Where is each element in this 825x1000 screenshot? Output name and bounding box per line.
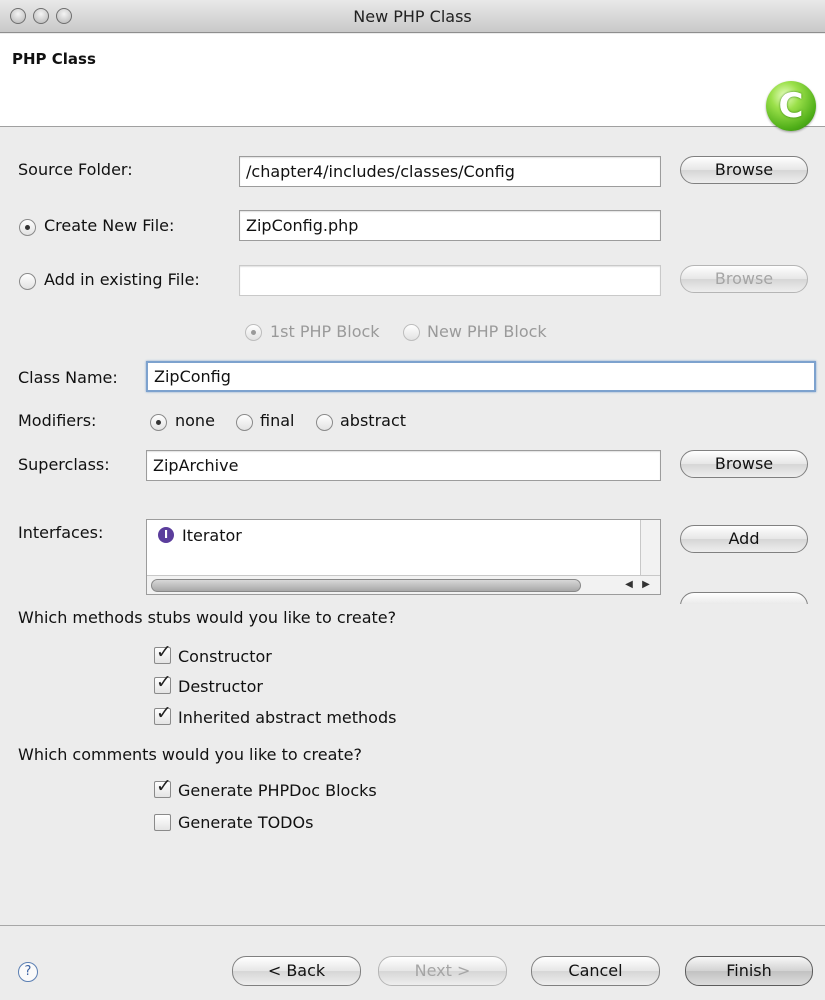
first-php-block-label: 1st PHP Block bbox=[270, 322, 380, 341]
destructor-label: Destructor bbox=[178, 677, 263, 696]
footer-divider bbox=[0, 925, 825, 926]
logo-letter: C bbox=[778, 86, 804, 126]
generate-phpdoc-label: Generate PHPDoc Blocks bbox=[178, 781, 377, 800]
modifiers-label: Modifiers: bbox=[18, 411, 97, 430]
page-title: PHP Class bbox=[12, 50, 96, 68]
next-button[interactable]: Next > bbox=[378, 956, 507, 986]
radio-selected-dot bbox=[251, 330, 256, 335]
back-button[interactable]: < Back bbox=[232, 956, 361, 986]
method-stubs-question: Which methods stubs would you like to cr… bbox=[18, 608, 397, 627]
modifier-none-label: none bbox=[175, 411, 215, 430]
modifier-none-radio[interactable] bbox=[150, 414, 167, 431]
interface-item[interactable]: Iterator bbox=[182, 526, 242, 545]
check-mark-icon: ✓ bbox=[156, 775, 172, 797]
source-folder-browse-button[interactable]: Browse bbox=[680, 156, 808, 184]
interfaces-vertical-scrollbar[interactable] bbox=[640, 520, 660, 576]
horizontal-scroll-thumb[interactable] bbox=[151, 579, 581, 592]
class-name-input[interactable]: ZipConfig bbox=[146, 361, 816, 392]
constructor-label: Constructor bbox=[178, 647, 272, 666]
class-name-label: Class Name: bbox=[18, 368, 118, 387]
superclass-label: Superclass: bbox=[18, 455, 110, 474]
constructor-checkbox[interactable]: ✓ bbox=[154, 641, 172, 664]
inherited-abstract-methods-checkbox[interactable]: ✓ bbox=[154, 702, 172, 725]
superclass-input[interactable]: ZipArchive bbox=[146, 450, 661, 481]
minimize-window-button[interactable] bbox=[33, 8, 49, 24]
interfaces-list[interactable]: I Iterator ◀ ▶ bbox=[146, 519, 661, 595]
interfaces-label: Interfaces: bbox=[18, 523, 104, 542]
radio-selected-dot bbox=[25, 225, 30, 230]
comments-question: Which comments would you like to create? bbox=[18, 745, 362, 764]
window-title: New PHP Class bbox=[353, 7, 472, 26]
create-new-file-label: Create New File: bbox=[44, 216, 175, 235]
add-existing-file-label: Add in existing File: bbox=[44, 270, 200, 289]
remove-interface-button-clipped[interactable] bbox=[680, 592, 808, 604]
modifier-abstract-label: abstract bbox=[340, 411, 407, 430]
scroll-left-arrow-icon[interactable]: ◀ bbox=[621, 578, 637, 592]
first-php-block-radio[interactable] bbox=[245, 324, 262, 341]
new-php-block-label: New PHP Block bbox=[427, 322, 547, 341]
cancel-button[interactable]: Cancel bbox=[531, 956, 660, 986]
existing-file-input[interactable] bbox=[239, 265, 661, 296]
new-php-class-dialog: New PHP Class PHP Class C Source Folder:… bbox=[0, 0, 825, 1000]
inherited-abstract-methods-label: Inherited abstract methods bbox=[178, 708, 397, 727]
superclass-browse-button[interactable]: Browse bbox=[680, 450, 808, 478]
php-class-logo-icon: C bbox=[766, 81, 816, 131]
close-window-button[interactable] bbox=[10, 8, 26, 24]
scroll-right-arrow-icon[interactable]: ▶ bbox=[638, 578, 654, 592]
interface-icon: I bbox=[158, 527, 174, 543]
new-file-name-input[interactable]: ZipConfig.php bbox=[239, 210, 661, 241]
add-interface-button[interactable]: Add bbox=[680, 525, 808, 553]
generate-todos-checkbox[interactable] bbox=[154, 814, 171, 831]
source-folder-label: Source Folder: bbox=[18, 160, 133, 179]
interfaces-horizontal-scrollbar[interactable]: ◀ ▶ bbox=[147, 575, 660, 594]
generate-phpdoc-checkbox[interactable]: ✓ bbox=[154, 775, 172, 798]
title-bar: New PHP Class bbox=[0, 0, 825, 33]
destructor-checkbox[interactable]: ✓ bbox=[154, 671, 172, 694]
add-existing-file-radio[interactable] bbox=[19, 273, 36, 290]
zoom-window-button[interactable] bbox=[56, 8, 72, 24]
modifier-final-label: final bbox=[260, 411, 295, 430]
modifier-final-radio[interactable] bbox=[236, 414, 253, 431]
help-icon[interactable]: ? bbox=[18, 962, 38, 982]
check-mark-icon: ✓ bbox=[156, 671, 172, 693]
check-mark-icon: ✓ bbox=[156, 702, 172, 724]
wizard-header: PHP Class C bbox=[0, 34, 825, 131]
existing-file-browse-button[interactable]: Browse bbox=[680, 265, 808, 293]
generate-todos-label: Generate TODOs bbox=[178, 813, 314, 832]
radio-selected-dot bbox=[156, 420, 161, 425]
create-new-file-radio[interactable] bbox=[19, 219, 36, 236]
source-folder-input[interactable]: /chapter4/includes/classes/Config bbox=[239, 156, 661, 187]
modifier-abstract-radio[interactable] bbox=[316, 414, 333, 431]
finish-button[interactable]: Finish bbox=[685, 956, 813, 986]
remove-interface-button[interactable] bbox=[680, 592, 808, 604]
check-mark-icon: ✓ bbox=[156, 641, 172, 663]
new-php-block-radio[interactable] bbox=[403, 324, 420, 341]
